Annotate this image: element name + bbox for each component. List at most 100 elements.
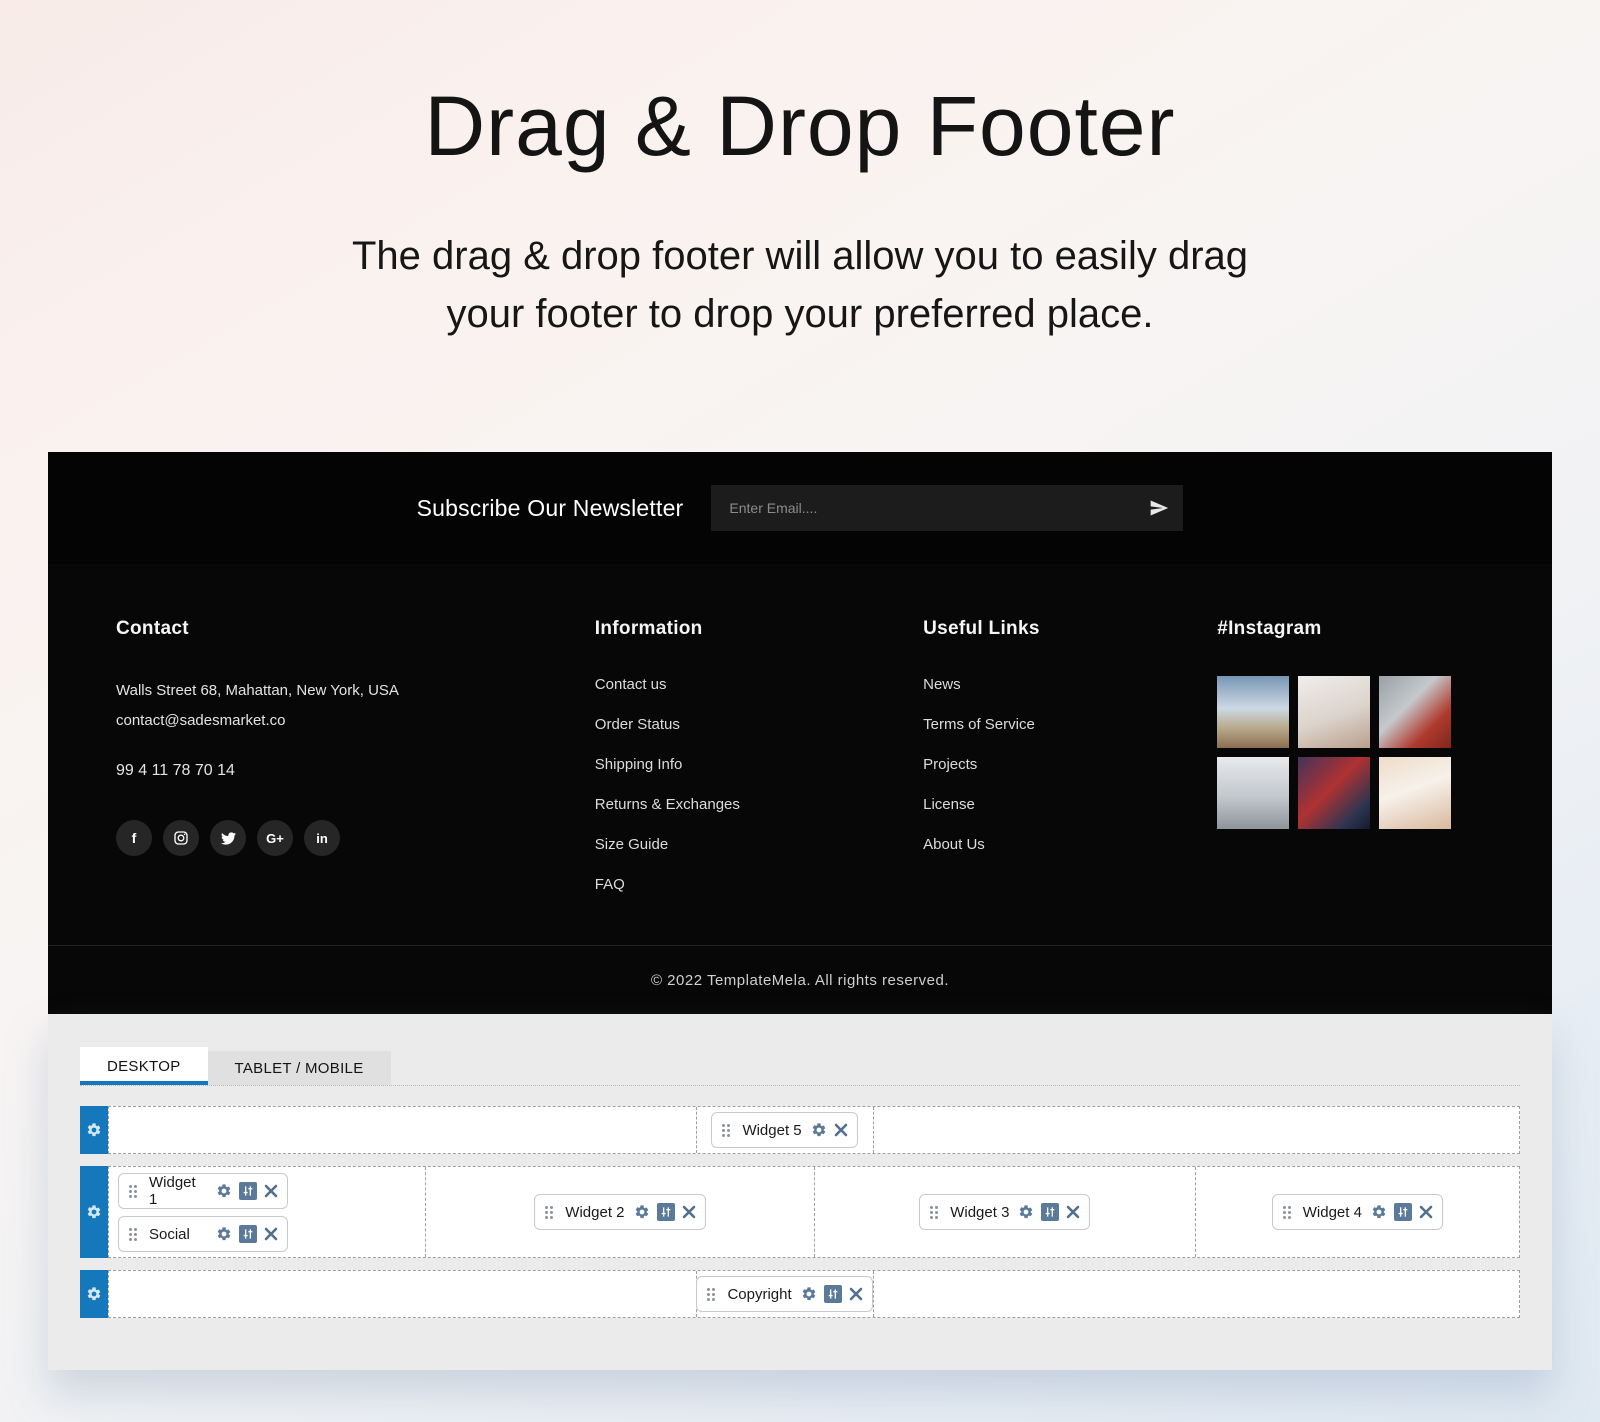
drag-handle-icon[interactable] xyxy=(545,1206,548,1209)
row-column[interactable]: Widget 5 xyxy=(696,1107,873,1153)
footer-link[interactable]: FAQ xyxy=(595,876,625,893)
builder-row-1: Widget 5 xyxy=(80,1106,1520,1154)
widget-columns-button[interactable] xyxy=(1041,1203,1059,1221)
information-heading: Information xyxy=(595,618,923,640)
footer-link[interactable]: Shipping Info xyxy=(595,756,683,773)
sliders-icon xyxy=(241,1227,255,1241)
google-plus-icon[interactable]: G+ xyxy=(257,820,293,856)
newsletter-send-button[interactable] xyxy=(1149,498,1169,518)
widget-chip-widget5[interactable]: Widget 5 xyxy=(711,1112,857,1148)
footer-link[interactable]: License xyxy=(923,796,975,813)
widget-label: Widget 1 xyxy=(149,1174,207,1208)
contact-phone[interactable]: 99 4 11 78 70 14 xyxy=(116,762,595,780)
widget-label: Copyright xyxy=(727,1286,791,1303)
widget-remove-button[interactable] xyxy=(264,1227,278,1241)
newsletter-input-box xyxy=(711,485,1183,531)
instagram-photo-cyclist[interactable] xyxy=(1217,676,1289,748)
row-settings-handle[interactable] xyxy=(80,1106,108,1154)
drag-handle-icon[interactable] xyxy=(129,1185,132,1188)
widget-remove-button[interactable] xyxy=(682,1205,696,1219)
widget-settings-button[interactable] xyxy=(801,1286,817,1302)
footer-link[interactable]: News xyxy=(923,676,961,693)
drag-handle-icon[interactable] xyxy=(1283,1206,1286,1209)
gear-icon xyxy=(86,1204,102,1220)
instagram-photo-child-glasses[interactable] xyxy=(1298,676,1370,748)
widget-chip-widget2[interactable]: Widget 2 xyxy=(534,1194,705,1230)
sliders-icon xyxy=(1043,1205,1057,1219)
footer-link[interactable]: Size Guide xyxy=(595,836,668,853)
footer-link[interactable]: Terms of Service xyxy=(923,716,1035,733)
widget-remove-button[interactable] xyxy=(1419,1205,1433,1219)
twitter-glyph xyxy=(221,831,236,846)
widget-chip-copyright[interactable]: Copyright xyxy=(696,1276,872,1312)
page-subtitle-line2: your footer to drop your preferred place… xyxy=(0,285,1600,343)
widget-settings-button[interactable] xyxy=(634,1204,650,1220)
tab-tablet-mobile[interactable]: TABLET / MOBILE xyxy=(208,1051,391,1085)
row-column[interactable]: Widget 4 xyxy=(1195,1167,1519,1257)
instagram-photo-man-working[interactable] xyxy=(1379,676,1451,748)
widget-label: Widget 3 xyxy=(950,1204,1009,1221)
footer-link[interactable]: Projects xyxy=(923,756,977,773)
row-column-empty[interactable] xyxy=(873,1271,1519,1317)
linkedin-icon[interactable]: in xyxy=(304,820,340,856)
widget-chip-social[interactable]: Social xyxy=(118,1216,288,1252)
widget-label: Widget 2 xyxy=(565,1204,624,1221)
drag-handle-icon[interactable] xyxy=(930,1206,933,1209)
close-icon xyxy=(264,1227,278,1241)
instagram-photo-bedroom[interactable] xyxy=(1217,757,1289,829)
close-icon xyxy=(1419,1205,1433,1219)
widget-settings-button[interactable] xyxy=(1371,1204,1387,1220)
widget-label: Widget 5 xyxy=(742,1122,801,1139)
widget-columns-button[interactable] xyxy=(239,1225,257,1243)
gear-icon xyxy=(1018,1204,1034,1220)
builder-row-2: Widget 1 xyxy=(80,1166,1520,1258)
footer-link[interactable]: Order Status xyxy=(595,716,680,733)
footer-columns: Contact Walls Street 68, Mahattan, New Y… xyxy=(48,564,1552,945)
footer-column-information: Information Contact us Order Status Ship… xyxy=(595,618,923,945)
drag-handle-icon[interactable] xyxy=(722,1124,725,1127)
footer-column-contact: Contact Walls Street 68, Mahattan, New Y… xyxy=(116,618,595,945)
twitter-icon[interactable] xyxy=(210,820,246,856)
widget-settings-button[interactable] xyxy=(1018,1204,1034,1220)
row-column-empty[interactable] xyxy=(873,1107,1519,1153)
widget-remove-button[interactable] xyxy=(834,1123,848,1137)
footer-link[interactable]: Contact us xyxy=(595,676,667,693)
email-input[interactable] xyxy=(729,500,1149,516)
instagram-photo-wedding[interactable] xyxy=(1379,757,1451,829)
widget-columns-button[interactable] xyxy=(824,1285,842,1303)
row-settings-handle[interactable] xyxy=(80,1270,108,1318)
widget-remove-button[interactable] xyxy=(1066,1205,1080,1219)
row-column-empty[interactable] xyxy=(109,1107,696,1153)
widget-columns-button[interactable] xyxy=(657,1203,675,1221)
gear-icon xyxy=(86,1122,102,1138)
sliders-icon xyxy=(241,1184,255,1198)
widget-remove-button[interactable] xyxy=(264,1184,278,1198)
contact-email[interactable]: contact@sadesmarket.co xyxy=(116,706,595,736)
row-column[interactable]: Copyright xyxy=(696,1271,873,1317)
instagram-icon[interactable] xyxy=(163,820,199,856)
drag-handle-icon[interactable] xyxy=(707,1288,710,1291)
row-settings-handle[interactable] xyxy=(80,1166,108,1258)
row-column[interactable]: Widget 2 xyxy=(425,1167,814,1257)
row-column[interactable]: Widget 1 xyxy=(109,1167,425,1257)
widget-settings-button[interactable] xyxy=(811,1122,827,1138)
row-column-empty[interactable] xyxy=(109,1271,696,1317)
instagram-photo-firefighter[interactable] xyxy=(1298,757,1370,829)
widget-settings-button[interactable] xyxy=(216,1183,232,1199)
footer-column-instagram: #Instagram xyxy=(1217,618,1484,945)
gear-icon xyxy=(811,1122,827,1138)
widget-chip-widget4[interactable]: Widget 4 xyxy=(1272,1194,1443,1230)
widget-settings-button[interactable] xyxy=(216,1226,232,1242)
copyright-bar: © 2022 TemplateMela. All rights reserved… xyxy=(48,945,1552,1014)
widget-columns-button[interactable] xyxy=(239,1182,257,1200)
widget-chip-widget1[interactable]: Widget 1 xyxy=(118,1173,288,1209)
drag-handle-icon[interactable] xyxy=(129,1228,132,1231)
footer-link[interactable]: Returns & Exchanges xyxy=(595,796,740,813)
widget-columns-button[interactable] xyxy=(1394,1203,1412,1221)
tab-desktop[interactable]: DESKTOP xyxy=(80,1047,208,1085)
widget-remove-button[interactable] xyxy=(849,1287,863,1301)
row-column[interactable]: Widget 3 xyxy=(814,1167,1195,1257)
footer-link[interactable]: About Us xyxy=(923,836,985,853)
facebook-icon[interactable]: f xyxy=(116,820,152,856)
widget-chip-widget3[interactable]: Widget 3 xyxy=(919,1194,1090,1230)
